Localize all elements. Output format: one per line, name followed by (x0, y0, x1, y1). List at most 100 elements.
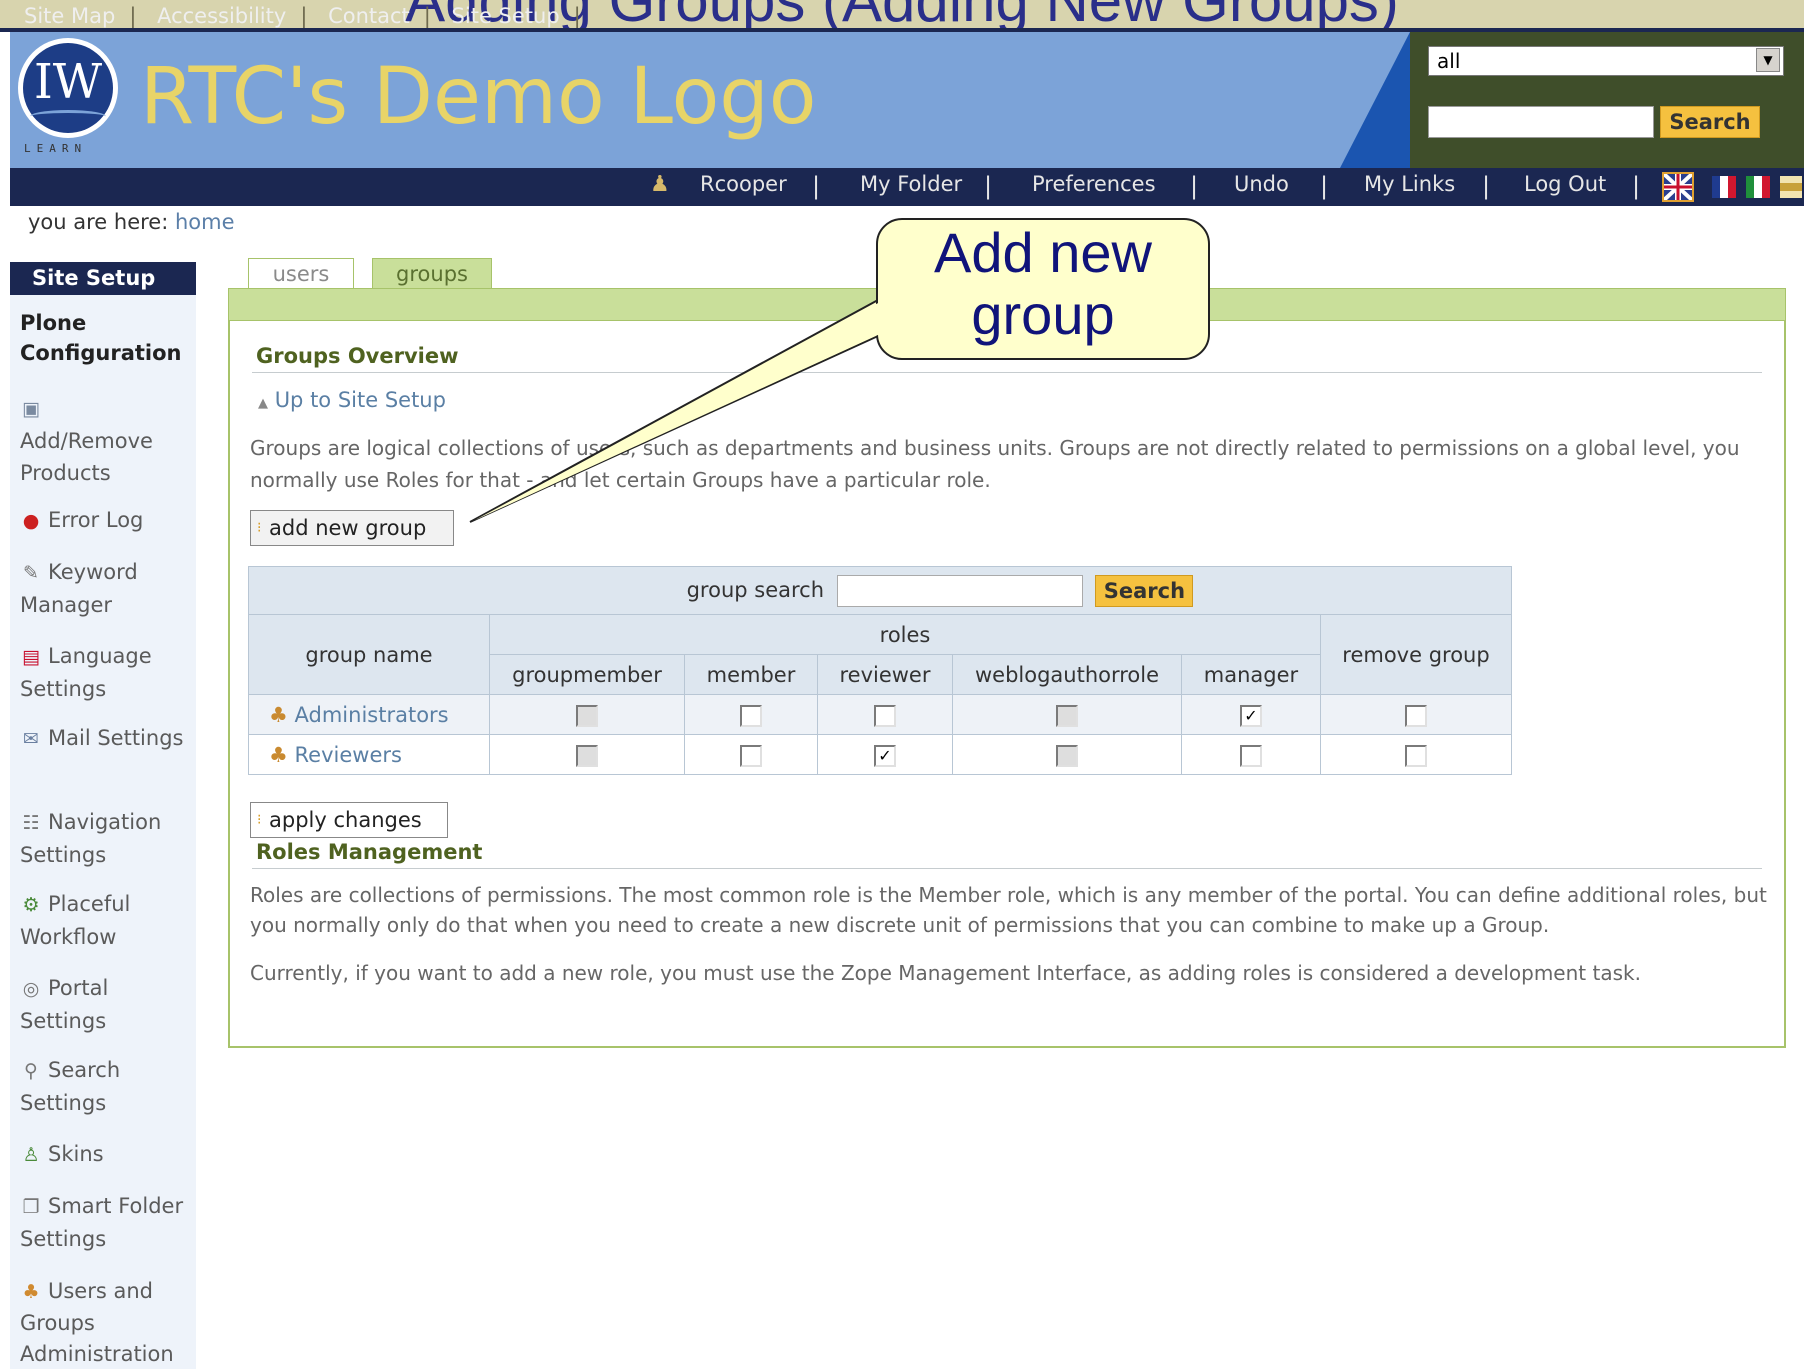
tab-groups[interactable]: groups (372, 258, 492, 290)
nav-user[interactable]: Rcooper (700, 172, 787, 196)
group-search-row: group search Search (248, 566, 1512, 615)
column-header-role: reviewer (817, 654, 953, 695)
groups-table: group search Search group name roles rem… (248, 566, 1512, 775)
sidebar-item-mail-settings[interactable]: ✉ Mail Settings (20, 722, 196, 755)
nav-preferences[interactable]: Preferences (1032, 172, 1156, 196)
role-checkbox[interactable] (1056, 704, 1078, 727)
group-name-cell: ♣ Administrators (248, 694, 490, 735)
table-row: ♣ Administrators ✓ (248, 694, 1512, 735)
sidebar-item-label: Users and Groups Administration (20, 1279, 174, 1366)
sidebar-item-error-log[interactable]: ● Error Log (20, 504, 196, 537)
callout-line-2: group (971, 283, 1115, 346)
role-checkbox[interactable] (740, 704, 762, 727)
site-link-site-map[interactable]: Site Map (24, 4, 115, 28)
sidebar-item-language-settings[interactable]: ▤ Language Settings (20, 640, 196, 705)
it-flag-icon[interactable] (1746, 176, 1770, 198)
breadcrumb: you are here: home (28, 210, 235, 234)
users-groups-icon: ♣ (22, 1281, 40, 1303)
remove-cell (1320, 694, 1512, 735)
nav-undo[interactable]: Undo (1234, 172, 1289, 196)
skins-icon: ♙ (22, 1144, 40, 1166)
column-header-role: member (684, 654, 818, 695)
column-header-role: groupmember (489, 654, 685, 695)
smart-folder-icon: ❐ (22, 1196, 40, 1218)
role-checkbox[interactable] (740, 744, 762, 767)
sidebar-item-skins[interactable]: ♙ Skins (20, 1138, 196, 1171)
callout-line-1: Add new (934, 221, 1152, 284)
role-checkbox[interactable] (874, 704, 896, 727)
nav-log-out[interactable]: Log Out (1524, 172, 1606, 196)
role-cell (952, 734, 1182, 775)
sidebar-item-label: Mail Settings (48, 726, 184, 750)
remove-group-checkbox[interactable] (1405, 744, 1427, 767)
group-icon: ♣ (269, 702, 288, 727)
group-search-button[interactable]: Search (1095, 574, 1194, 607)
role-checkbox-checked[interactable]: ✓ (1240, 704, 1262, 727)
apply-changes-button[interactable]: ⁝ apply changes (250, 802, 448, 838)
language-icon: ▤ (22, 646, 40, 668)
en-flag-icon[interactable] (1662, 172, 1694, 202)
nav-my-folder[interactable]: My Folder (860, 172, 962, 196)
up-to-site-setup-link[interactable]: ▲ Up to Site Setup (258, 388, 446, 412)
role-checkbox[interactable] (1056, 744, 1078, 767)
role-cell: ✓ (1181, 694, 1321, 735)
add-new-group-label: add new group (269, 516, 427, 540)
group-name-link[interactable]: Reviewers (295, 743, 402, 767)
roles-zmi-note: Currently, if you want to add a new role… (250, 961, 1641, 985)
logo-wave-icon (30, 110, 106, 123)
sidebar-item-placeful-workflow[interactable]: ⚙ Placeful Workflow (20, 888, 196, 953)
other-flag-icon[interactable] (1780, 176, 1802, 198)
column-header-group-name: group name (248, 614, 490, 695)
nav-separator: | (984, 172, 993, 200)
sidebar-item-add-remove-products[interactable]: ▣ Add/Remove Products (20, 392, 196, 489)
sidebar-item-users-and-groups[interactable]: ♣ Users and Groups Administration (20, 1276, 196, 1370)
sidebar-item-label: Smart Folder Settings (20, 1194, 184, 1251)
nav-my-links[interactable]: My Links (1364, 172, 1455, 196)
roles-description: Roles are collections of permissions. Th… (250, 883, 1767, 937)
navigation-icon: ☷ (22, 812, 40, 834)
products-icon: ▣ (22, 398, 40, 420)
up-arrow-icon: ▲ (258, 396, 268, 411)
role-cell (684, 734, 818, 775)
role-cell (817, 694, 953, 735)
chevron-down-icon[interactable]: ▼ (1756, 48, 1780, 72)
group-name-cell: ♣ Reviewers (248, 734, 490, 775)
logo-monogram: IW (33, 54, 103, 110)
role-cell (489, 734, 685, 775)
column-header-remove-group: remove group (1320, 614, 1512, 695)
remove-group-checkbox[interactable] (1405, 704, 1427, 727)
group-search-input[interactable] (836, 574, 1083, 607)
sidebar-item-smart-folder-settings[interactable]: ❐ Smart Folder Settings (20, 1190, 196, 1255)
divider (252, 868, 1762, 869)
logo-tagline: LEARN (24, 142, 88, 155)
site-link-contact[interactable]: Contact (328, 4, 410, 28)
groups-intro-text: Groups are logical collections of users,… (250, 436, 1740, 492)
search-scope-select[interactable]: all (1428, 46, 1784, 76)
site-link-accessibility[interactable]: Accessibility (157, 4, 286, 28)
nav-separator: | (1190, 172, 1199, 200)
role-checkbox[interactable] (576, 744, 598, 767)
user-icon: ♟ (650, 172, 670, 197)
role-checkbox-checked[interactable]: ✓ (874, 744, 896, 767)
breadcrumb-home-link[interactable]: home (175, 210, 235, 234)
sidebar-item-label: Error Log (48, 508, 144, 532)
sidebar-item-search-settings[interactable]: ⚲ Search Settings (20, 1054, 196, 1119)
tab-users[interactable]: users (248, 258, 354, 290)
site-link-site-setup[interactable]: Site Setup (452, 4, 560, 28)
sidebar-item-keyword-manager[interactable]: ✎ Keyword Manager (20, 556, 196, 621)
role-checkbox[interactable] (1240, 744, 1262, 767)
groups-overview-heading: Groups Overview (256, 344, 459, 368)
role-cell: ✓ (817, 734, 953, 775)
workflow-icon: ⚙ (22, 894, 40, 916)
group-name-link[interactable]: Administrators (295, 703, 449, 727)
role-checkbox[interactable] (576, 704, 598, 727)
sidebar-item-label: Add/Remove Products (20, 429, 153, 485)
fr-flag-icon[interactable] (1712, 176, 1736, 198)
site-search-input[interactable] (1428, 106, 1654, 138)
site-search-button[interactable]: Search (1660, 106, 1760, 138)
sidebar-item-navigation-settings[interactable]: ☷ Navigation Settings (20, 806, 196, 871)
sidebar-title[interactable]: Site Setup (10, 262, 196, 295)
add-new-group-button[interactable]: ⁝ add new group (250, 510, 454, 546)
sidebar-item-portal-settings[interactable]: ◎ Portal Settings (20, 972, 196, 1037)
roles-management-heading: Roles Management (256, 840, 483, 864)
